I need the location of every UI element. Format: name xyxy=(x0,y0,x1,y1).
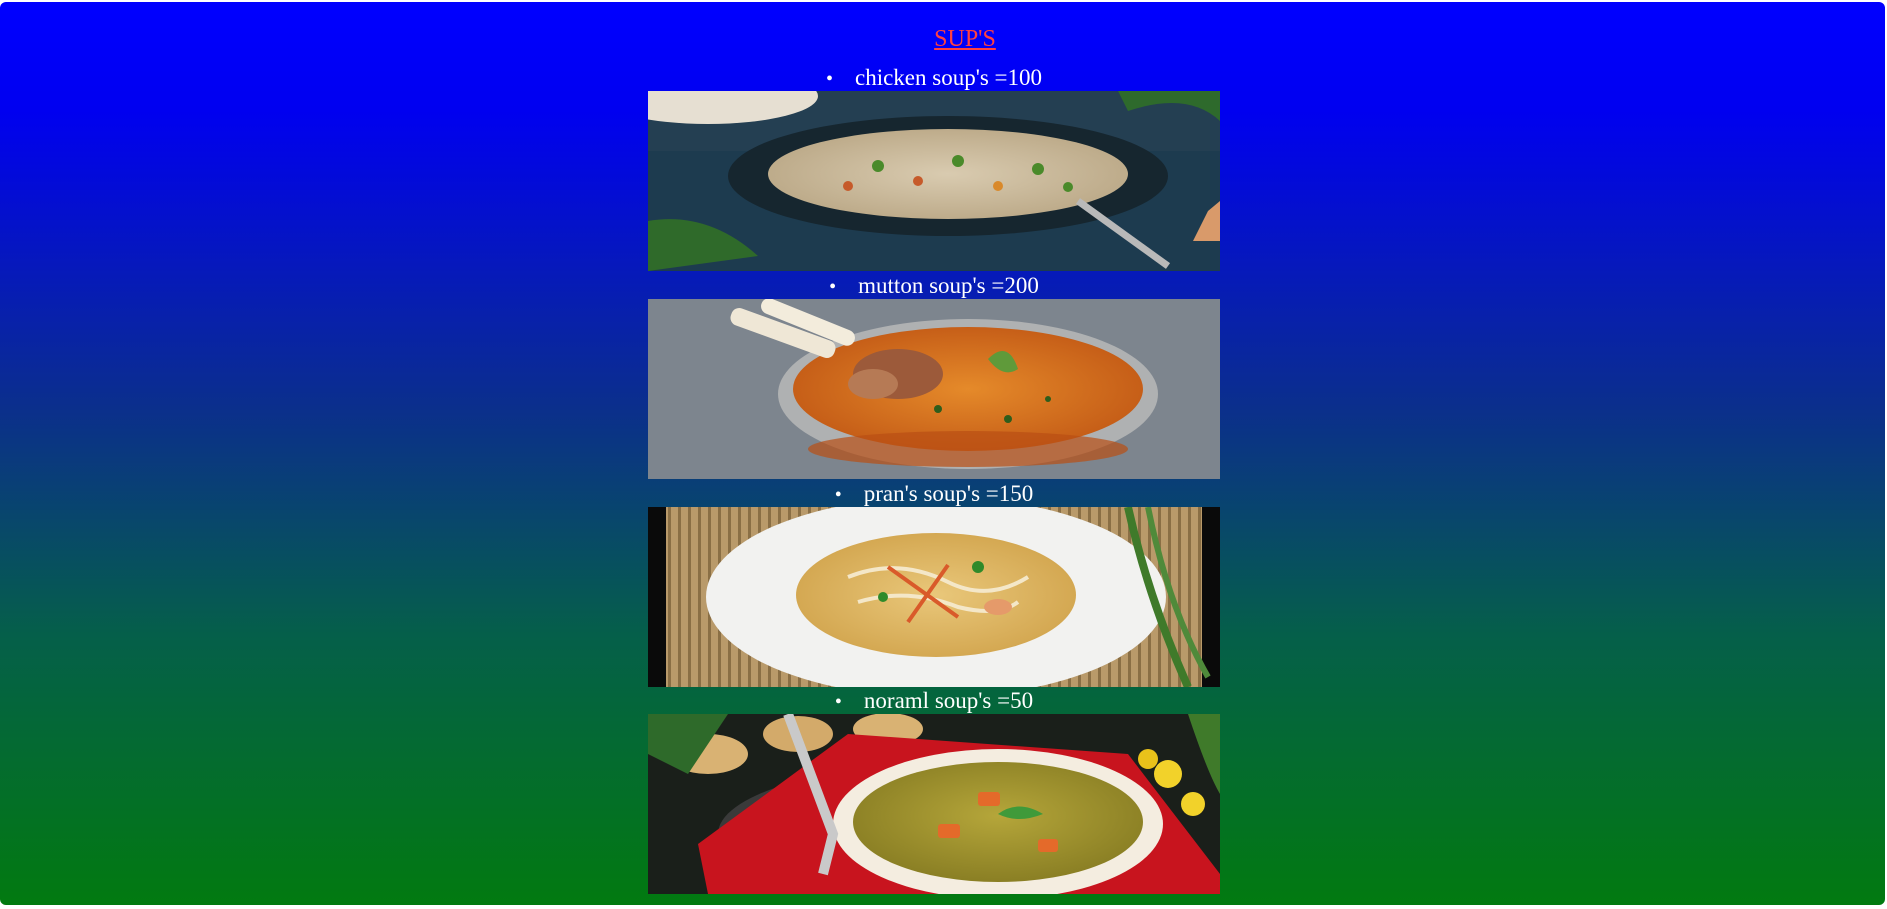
vegetable-soup-photo xyxy=(648,714,1220,894)
mutton-soup-photo xyxy=(648,299,1220,479)
list-item: • noraml soup's =50 xyxy=(648,687,1220,716)
prawn-soup-photo xyxy=(648,507,1220,687)
item-label: noraml soup's =50 xyxy=(863,688,1034,713)
item-label: chicken soup's =100 xyxy=(854,65,1043,90)
chicken-soup-photo xyxy=(648,91,1220,271)
bullet-icon: • xyxy=(834,691,842,713)
page-title[interactable]: SUP'S xyxy=(0,24,1885,54)
list-item: • pran's soup's =150 xyxy=(648,480,1220,509)
list-item: • chicken soup's =100 xyxy=(648,64,1220,93)
item-label: mutton soup's =200 xyxy=(858,273,1039,298)
bullet-icon: • xyxy=(825,68,833,90)
bullet-icon: • xyxy=(829,276,837,298)
page-background: SUP'S • chicken soup's =100 • mutton sou… xyxy=(0,2,1885,905)
list-item: • mutton soup's =200 xyxy=(648,272,1220,301)
item-label: pran's soup's =150 xyxy=(863,481,1034,506)
bullet-icon: • xyxy=(834,484,842,506)
